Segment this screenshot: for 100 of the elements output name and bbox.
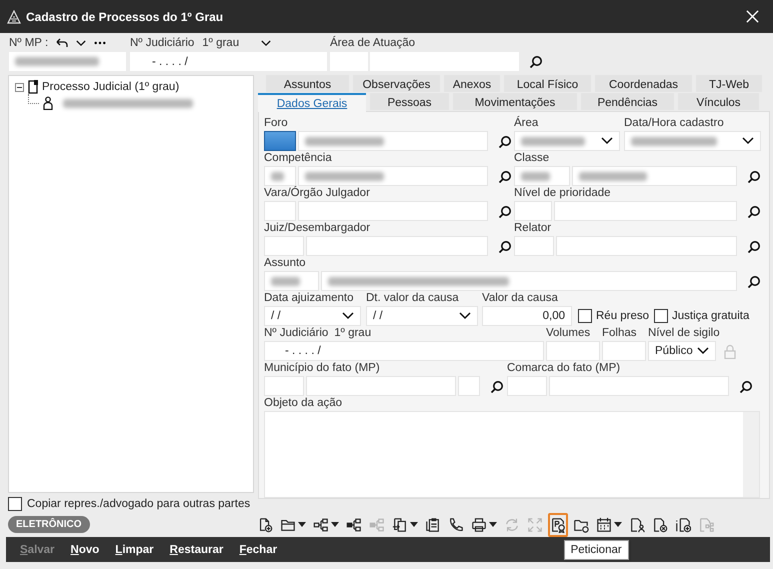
- search-icon: [738, 380, 752, 392]
- field-label: Nº MP :: [9, 37, 48, 49]
- search-button[interactable]: [529, 55, 542, 68]
- field-label: Competência: [264, 152, 332, 165]
- checkbox-label: Réu preso: [596, 310, 650, 322]
- app-logo-icon: [7, 10, 21, 24]
- field-label: 1º grau: [202, 37, 240, 49]
- dropdown-field[interactable]: / /: [264, 306, 361, 326]
- toolbar-button[interactable]: [548, 512, 568, 536]
- tree-item[interactable]: Processo Judicial (1º grau): [42, 81, 180, 93]
- hierarchy-icon: [346, 516, 362, 532]
- field-label: Foro: [264, 117, 288, 130]
- field-label: Nº Judiciário: [264, 327, 328, 340]
- input-field[interactable]: - . . . . /: [130, 52, 327, 71]
- search-icon: [498, 134, 510, 148]
- expand-icon: [526, 516, 543, 532]
- close-icon: [746, 10, 758, 23]
- hierarchy-icon: [368, 516, 385, 532]
- field-label: Comarca do fato (MP): [507, 362, 620, 375]
- action-button[interactable]: Fechar: [239, 544, 278, 556]
- document-hierarchy-icon: [698, 516, 714, 532]
- document-ribbon-icon: [550, 516, 566, 532]
- tab[interactable]: Vínculos: [678, 93, 759, 110]
- chevron-down-icon: [697, 347, 709, 355]
- status-badge: ELETRÔNICO: [8, 516, 90, 533]
- field-value: Público: [655, 345, 693, 357]
- search-icon: [490, 380, 502, 392]
- action-button[interactable]: Limpar: [115, 544, 154, 556]
- field-value: / /: [373, 310, 383, 322]
- redacted-text: [521, 136, 586, 146]
- field-label: Assunto: [264, 257, 306, 270]
- input-field[interactable]: [9, 52, 126, 71]
- field-label: Área: [514, 117, 538, 130]
- field-label: Volumes: [546, 327, 590, 340]
- dropdown-field[interactable]: / /: [366, 306, 478, 326]
- dropdown-button[interactable]: [76, 40, 86, 46]
- field-label: Data/Hora cadastro: [624, 117, 724, 130]
- dropdown-button[interactable]: [261, 40, 272, 46]
- action-button[interactable]: Novo: [70, 544, 100, 556]
- tab[interactable]: Observações: [353, 75, 440, 92]
- checkbox-label: Copiar repres./advogado para outras partes: [27, 498, 250, 510]
- tab[interactable]: Pendências: [581, 93, 674, 110]
- refresh-icon: [504, 516, 520, 532]
- dropdown-field[interactable]: [514, 131, 620, 151]
- action-button[interactable]: Restaurar: [170, 544, 224, 556]
- field-value: 0,00: [542, 310, 565, 322]
- redacted-text: [579, 172, 647, 180]
- input-field[interactable]: 0,00: [482, 306, 572, 326]
- clipboard-icon: [424, 516, 441, 532]
- checkbox[interactable]: [578, 309, 592, 323]
- checkbox[interactable]: [654, 309, 668, 323]
- search-icon: [498, 240, 510, 252]
- chevron-down-icon: [261, 40, 272, 46]
- tab[interactable]: Pessoas: [370, 93, 449, 110]
- tab[interactable]: Local Físico: [504, 75, 591, 92]
- documents-arrow-icon: [392, 516, 408, 532]
- tab[interactable]: Coordenadas: [595, 75, 692, 92]
- hierarchy-icon: [312, 516, 329, 532]
- search-icon: [746, 170, 760, 182]
- document-info-icon: [674, 516, 691, 532]
- field-label: Valor da causa: [482, 292, 558, 305]
- document-icon: [28, 80, 38, 94]
- input-field[interactable]: [264, 131, 296, 151]
- tab[interactable]: Assuntos: [266, 75, 349, 92]
- field-label: 1º grau: [334, 327, 372, 340]
- checkbox[interactable]: [8, 497, 22, 511]
- chevron-down-icon: [459, 312, 471, 320]
- search-icon: [498, 170, 510, 182]
- field-label: Vara/Órgão Julgador: [264, 187, 370, 200]
- input-field[interactable]: - . . . . /: [264, 341, 544, 361]
- field-label: Relator: [514, 222, 552, 235]
- field-label: Dt. valor da causa: [366, 292, 459, 305]
- field-label: Área de Atuação: [330, 37, 416, 49]
- field-label: Data ajuizamento: [264, 292, 354, 305]
- tab[interactable]: Anexos: [444, 75, 500, 92]
- tab[interactable]: Movimentações: [453, 93, 577, 110]
- field-label: Nível de prioridade: [514, 187, 611, 200]
- redacted-text: [271, 276, 300, 286]
- search-icon: [498, 204, 510, 218]
- search-icon: [746, 204, 760, 218]
- printer-icon: [470, 516, 487, 532]
- search-icon: [746, 240, 760, 252]
- more-button[interactable]: [94, 41, 106, 45]
- undo-button[interactable]: [56, 38, 68, 48]
- person-icon: [43, 96, 53, 110]
- chevron-down-icon: [76, 40, 86, 46]
- dropdown-field[interactable]: [624, 131, 761, 151]
- undo-icon: [56, 38, 68, 48]
- field-value: - . . . . /: [152, 56, 188, 68]
- field-label: Juiz/Desembargador: [264, 222, 370, 235]
- chevron-down-icon: [342, 312, 354, 320]
- tooltip: Peticionar: [564, 540, 629, 560]
- search-icon: [746, 274, 760, 288]
- field-label: Nº Judiciário: [130, 37, 194, 49]
- dropdown-field[interactable]: Público: [648, 341, 716, 361]
- checkbox-label: Justiça gratuita: [672, 310, 750, 322]
- tab[interactable]: Dados Gerais: [258, 93, 366, 112]
- document-person-icon: [628, 516, 645, 532]
- tab[interactable]: TJ-Web: [696, 75, 762, 92]
- chevron-down-icon: [601, 137, 613, 145]
